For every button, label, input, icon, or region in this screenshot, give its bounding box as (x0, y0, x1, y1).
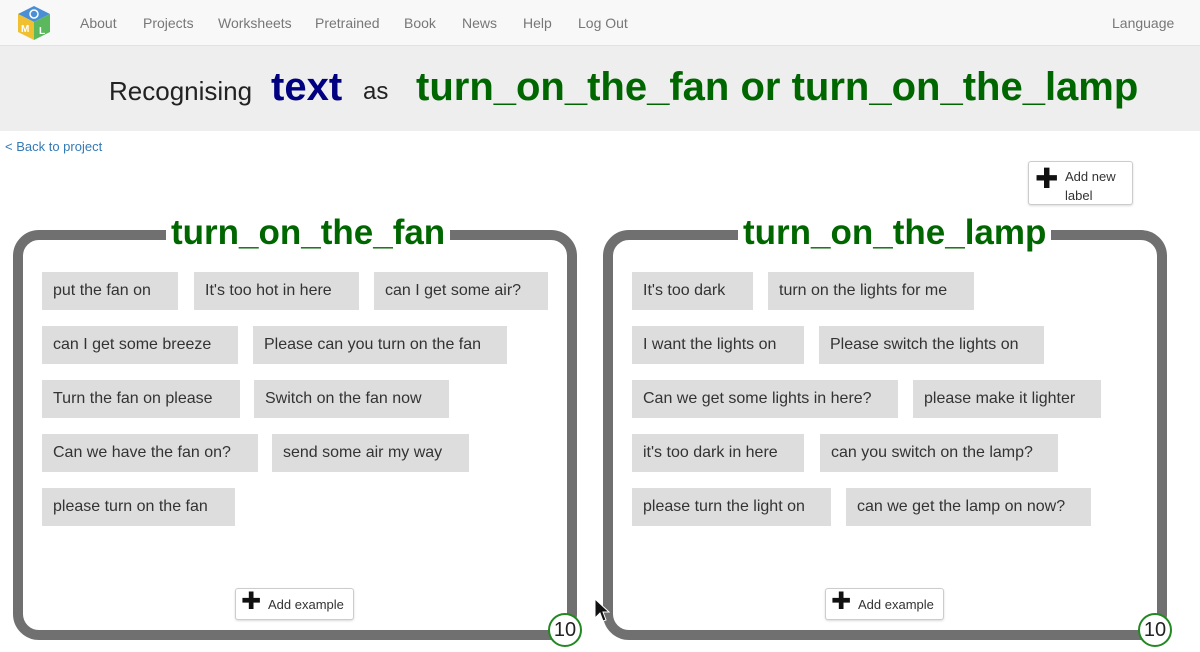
nav-log-out[interactable]: Log Out (578, 15, 628, 31)
bucket-label-title: turn_on_the_lamp (738, 213, 1052, 253)
label-bucket-turn-on-the-fan: turn_on_the_fan put the fan on It's too … (13, 213, 582, 647)
training-example[interactable]: Please switch the lights on (819, 326, 1044, 364)
nav-help[interactable]: Help (523, 15, 552, 31)
training-example[interactable]: Turn the fan on please (42, 380, 240, 418)
training-example[interactable]: I want the lights on (632, 326, 804, 364)
nav-worksheets[interactable]: Worksheets (218, 15, 292, 31)
plus-icon: ✚ (241, 588, 262, 615)
training-example[interactable]: please make it lighter (913, 380, 1101, 418)
svg-text:L: L (39, 26, 45, 37)
nav-pretrained[interactable]: Pretrained (315, 15, 380, 31)
example-count-badge: 10 (548, 613, 582, 647)
nav-about[interactable]: About (80, 15, 117, 31)
training-example[interactable]: can I get some breeze (42, 326, 238, 364)
title-as: as (363, 78, 389, 105)
plus-icon: ✚ (1035, 163, 1059, 194)
svg-text:M: M (21, 24, 29, 35)
training-example[interactable]: Can we have the fan on? (42, 434, 258, 472)
add-example-button[interactable]: ✚ Add example (825, 588, 944, 620)
add-new-label-text: Add new label (1065, 169, 1116, 203)
top-navbar: M L About Projects Worksheets Pretrained… (0, 0, 1200, 46)
nav-book[interactable]: Book (404, 15, 436, 31)
training-example[interactable]: Please can you turn on the fan (253, 326, 507, 364)
add-example-button[interactable]: ✚ Add example (235, 588, 354, 620)
ml-logo-icon[interactable]: M L (17, 5, 51, 41)
title-recognising: Recognising (109, 76, 253, 106)
training-example[interactable]: can you switch on the lamp? (820, 434, 1058, 472)
training-example[interactable]: It's too dark (632, 272, 753, 310)
training-example[interactable]: It's too hot in here (194, 272, 359, 310)
nav-news[interactable]: News (462, 15, 497, 31)
page-title-band: Recognising text as turn_on_the_fan or t… (0, 46, 1200, 131)
training-example[interactable]: put the fan on (42, 272, 178, 310)
training-example[interactable]: please turn the light on (632, 488, 831, 526)
mouse-cursor-icon (594, 597, 611, 624)
training-example[interactable]: can I get some air? (374, 272, 548, 310)
training-example[interactable]: please turn on the fan (42, 488, 235, 526)
training-example[interactable]: it's too dark in here (632, 434, 804, 472)
training-example[interactable]: can we get the lamp on now? (846, 488, 1091, 526)
example-count-badge: 10 (1138, 613, 1172, 647)
label-bucket-turn-on-the-lamp: turn_on_the_lamp It's too dark turn on t… (603, 213, 1172, 647)
nav-projects[interactable]: Projects (143, 15, 194, 31)
training-example[interactable]: send some air my way (272, 434, 469, 472)
nav-language[interactable]: Language (1112, 15, 1174, 31)
title-labels: turn_on_the_fan or turn_on_the_lamp (416, 65, 1139, 109)
back-to-project-link[interactable]: < Back to project (5, 139, 102, 154)
bucket-label-title: turn_on_the_fan (166, 213, 451, 253)
training-example[interactable]: Switch on the fan now (254, 380, 449, 418)
title-data-type: text (271, 65, 343, 109)
plus-icon: ✚ (831, 588, 852, 615)
training-example[interactable]: Can we get some lights in here? (632, 380, 898, 418)
training-example[interactable]: turn on the lights for me (768, 272, 974, 310)
add-new-label-button[interactable]: ✚ Add new label (1028, 161, 1133, 205)
